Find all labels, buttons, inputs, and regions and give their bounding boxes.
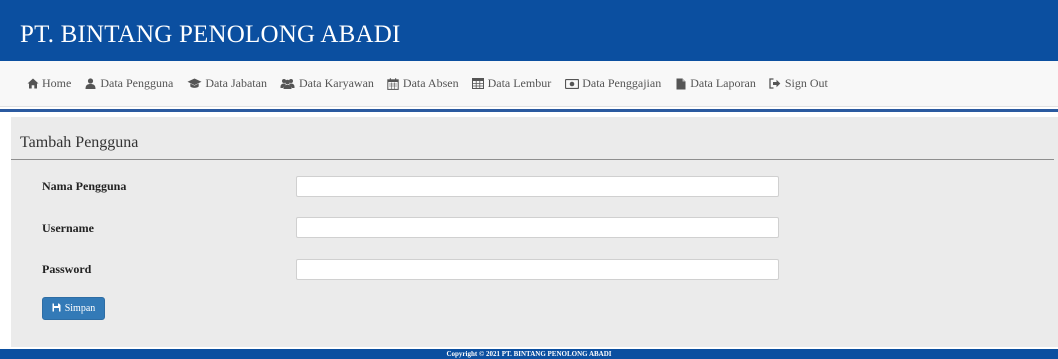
nav-item-data-lembur[interactable]: Data Lembur (472, 76, 552, 91)
nav-item-sign-out[interactable]: Sign Out (769, 76, 828, 91)
user-icon (84, 78, 97, 90)
username-input[interactable] (296, 217, 779, 238)
nav-item-label: Home (42, 76, 72, 90)
nav-item-label: Data Karyawan (298, 76, 374, 90)
nav-item-data-jabatan[interactable]: Data Jabatan (186, 76, 267, 91)
home-icon (26, 78, 39, 90)
nav-item-label: Data Lembur (487, 76, 552, 90)
money-icon (564, 78, 579, 90)
graduation-cap-icon (186, 78, 202, 90)
password-input[interactable] (296, 259, 779, 280)
nav-item-label: Data Penggajian (582, 76, 662, 90)
nav-item-label: Data Absen (402, 76, 459, 90)
nav-item-data-absen[interactable]: Data Absen (387, 76, 459, 91)
nav-item-label: Sign Out (784, 76, 828, 90)
form-panel: Tambah Pengguna Nama Pengguna Username P… (11, 117, 1058, 347)
floppy-disk-icon (52, 303, 61, 315)
nav-item-label: Data Pengguna (100, 76, 174, 90)
app-header: PT. BINTANG PENOLONG ABADI (0, 0, 1058, 61)
nav-menu: Home Data Pengguna Data Jabatan Data Kar… (26, 61, 841, 106)
nav-item-data-penggajian[interactable]: Data Penggajian (564, 76, 661, 91)
title-divider (11, 159, 1054, 160)
sign-out-icon (769, 78, 782, 90)
calendar-icon (387, 77, 400, 90)
simpan-button-label: Simpan (64, 303, 96, 314)
brand-title[interactable]: PT. BINTANG PENOLONG ABADI (20, 19, 401, 51)
table-icon (472, 78, 485, 90)
nav-item-label: Data Jabatan (205, 76, 267, 90)
nama-pengguna-input[interactable] (296, 176, 779, 197)
nav-item-data-laporan[interactable]: Data Laporan (674, 76, 756, 91)
nav-item-label: Data Laporan (690, 76, 756, 90)
nav-item-data-pengguna[interactable]: Data Pengguna (84, 76, 173, 91)
form-title: Tambah Pengguna (20, 134, 139, 151)
header-divider (0, 109, 1058, 112)
nama-pengguna-label: Nama Pengguna (42, 179, 127, 193)
username-label: Username (42, 221, 94, 235)
nav-item-data-karyawan[interactable]: Data Karyawan (280, 76, 374, 91)
users-icon (280, 78, 296, 90)
password-label: Password (42, 262, 92, 276)
footer-copyright: Copyright © 2021 PT. BINTANG PENOLONG AB… (0, 349, 1058, 359)
simpan-button[interactable]: Simpan (42, 297, 105, 320)
file-icon (674, 78, 687, 90)
nav-item-home[interactable]: Home (26, 76, 71, 91)
main-navbar: Home Data Pengguna Data Jabatan Data Kar… (0, 61, 1058, 107)
